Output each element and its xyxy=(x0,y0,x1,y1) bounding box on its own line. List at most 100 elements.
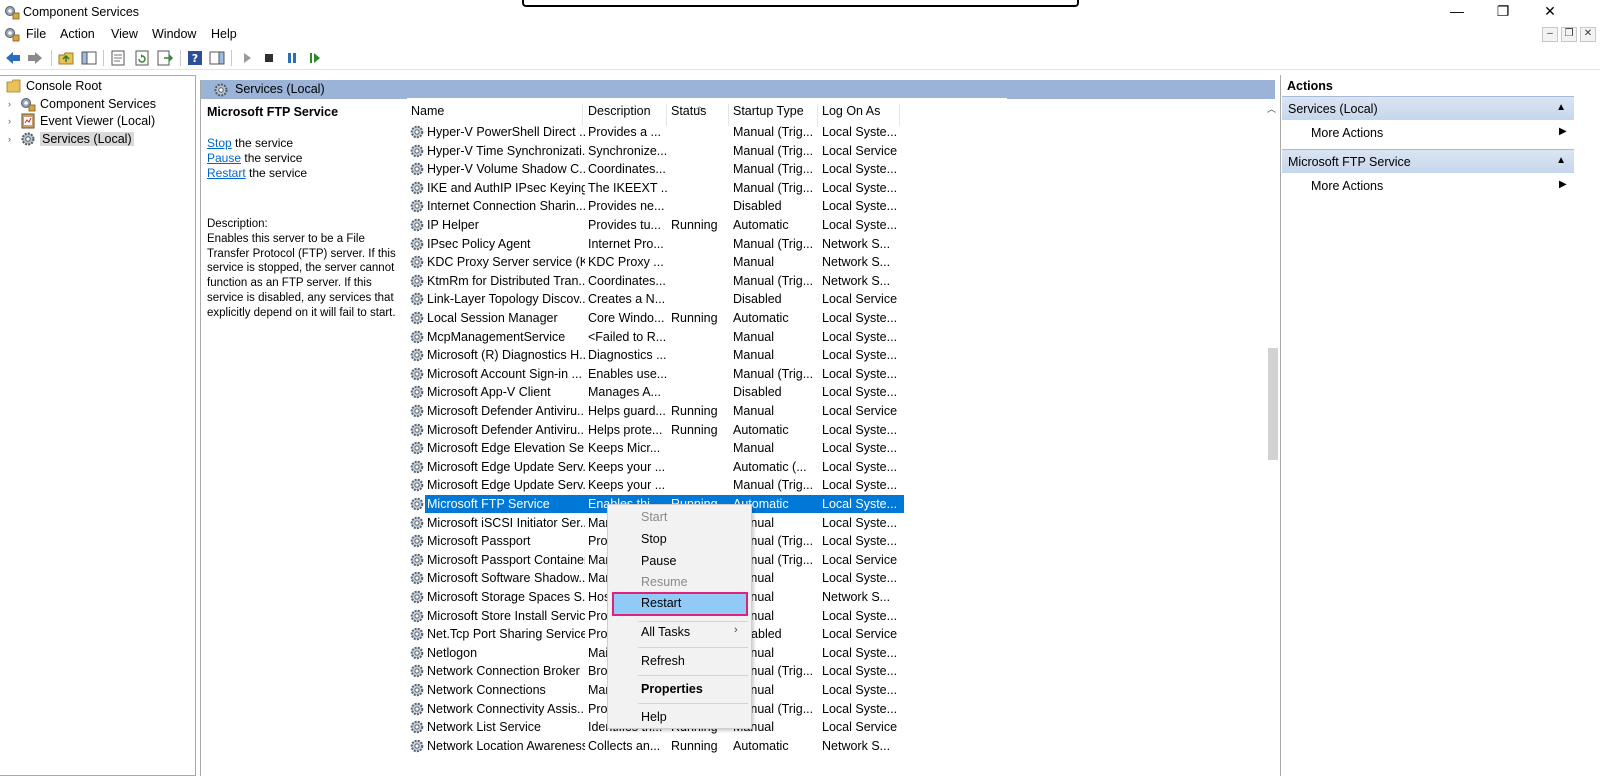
pause-link[interactable]: Pause xyxy=(207,151,241,165)
menu-view[interactable]: View xyxy=(111,27,138,41)
table-row[interactable]: KtmRm for Distributed Tran... Coordinates… xyxy=(407,272,1007,291)
service-gear-icon xyxy=(410,330,424,343)
more-actions-microsoft-ftp[interactable]: More Actions ▶ xyxy=(1311,179,1567,193)
service-name: Netlogon xyxy=(427,645,478,660)
table-row[interactable]: Local Session Manager Core Windo... Runnin… xyxy=(407,309,1007,328)
table-row[interactable]: Microsoft Defender Antiviru... Helps prot… xyxy=(407,421,1007,440)
export-list-icon[interactable] xyxy=(156,49,174,67)
table-row[interactable]: Microsoft Account Sign-in ... Enables use… xyxy=(407,365,1007,384)
submenu-arrow-icon: ▶ xyxy=(1559,126,1567,137)
table-row[interactable]: Network Location Awareness Collects an...… xyxy=(407,737,1007,756)
toolbar: ? xyxy=(0,46,1600,70)
maximize-button[interactable]: ❐ xyxy=(1480,0,1526,22)
ctx-stop[interactable]: Stop xyxy=(608,529,751,549)
service-startup-type: Manual (Trig... xyxy=(733,143,814,158)
scrollbar-thumb[interactable] xyxy=(1268,348,1278,460)
tree-item-services-local[interactable]: › Services (Local) xyxy=(8,130,134,147)
table-row[interactable]: Hyper-V PowerShell Direct ... Provides a … xyxy=(407,123,1007,142)
table-row[interactable]: Microsoft Edge Update Serv... Keeps your … xyxy=(407,476,1007,495)
service-log-on-as: Local Syste... xyxy=(822,366,898,381)
help-icon[interactable]: ? xyxy=(186,49,204,67)
scroll-up-icon[interactable]: ︿ xyxy=(1267,102,1276,115)
ctx-properties[interactable]: Properties xyxy=(608,679,751,699)
tree-item-console-root[interactable]: Console Root xyxy=(6,77,102,94)
show-hide-tree-icon[interactable] xyxy=(80,49,98,67)
tree-item-event-viewer[interactable]: › Event Viewer (Local) xyxy=(8,112,155,129)
more-actions-services-local[interactable]: More Actions ▶ xyxy=(1311,126,1567,140)
child-close-button[interactable]: ✕ xyxy=(1580,27,1596,42)
service-name: Hyper-V Volume Shadow C... xyxy=(427,162,585,177)
back-arrow-icon[interactable] xyxy=(4,49,22,67)
table-row[interactable]: IKE and AuthIP IPsec Keying... The IKEEXT… xyxy=(407,179,1007,198)
component-services-icon[interactable] xyxy=(4,26,20,42)
service-description-cell: Keeps your ... xyxy=(588,459,666,474)
actions-section-services-local[interactable]: Services (Local) ▲ xyxy=(1282,96,1574,120)
service-name: Network Connectivity Assis... xyxy=(427,701,585,716)
ctx-start: Start xyxy=(641,510,668,524)
start-service-icon[interactable] xyxy=(238,49,256,67)
ctx-refresh[interactable]: Refresh xyxy=(608,651,751,671)
table-row[interactable]: Microsoft Edge Update Serv... Keeps your … xyxy=(407,458,1007,477)
table-row[interactable]: Microsoft (R) Diagnostics H... Diagnostic… xyxy=(407,346,1007,365)
services-vertical-scrollbar[interactable]: ︿ xyxy=(1266,100,1278,776)
service-description-cell: Enables use... xyxy=(588,366,668,381)
table-row[interactable]: Microsoft Defender Antiviru... Helps guar… xyxy=(407,402,1007,421)
context-menu: Start Stop Pause Resume Restart All Task… xyxy=(607,504,752,729)
title-drag-bar[interactable] xyxy=(522,0,1079,7)
chevron-right-icon[interactable]: › xyxy=(8,116,20,126)
restart-link[interactable]: Restart xyxy=(207,166,246,180)
stop-link[interactable]: Stop xyxy=(207,136,232,150)
service-gear-icon xyxy=(410,386,424,399)
pause-service-icon[interactable] xyxy=(283,49,301,67)
collapse-up-icon[interactable]: ▲ xyxy=(1556,102,1566,113)
ctx-all-tasks[interactable]: All Tasks › xyxy=(608,622,751,642)
service-name: Microsoft Passport Container xyxy=(427,552,585,567)
service-gear-icon xyxy=(410,311,424,325)
child-restore-button[interactable]: ❐ xyxy=(1561,27,1577,42)
stop-service-icon[interactable] xyxy=(260,49,278,67)
ctx-restart[interactable]: Restart xyxy=(612,592,748,616)
service-gear-icon xyxy=(410,720,424,734)
up-folder-icon[interactable] xyxy=(57,49,75,67)
collapse-up-icon[interactable]: ▲ xyxy=(1556,155,1566,166)
table-row[interactable]: Internet Connection Sharin... Provides ne… xyxy=(407,197,1007,216)
actions-pane: Actions Services (Local) ▲ More Actions … xyxy=(1280,75,1600,776)
service-name: Hyper-V Time Synchronizati... xyxy=(427,143,585,158)
service-status: Running xyxy=(671,422,718,437)
service-name: Microsoft Edge Elevation Se... xyxy=(427,441,585,456)
chevron-right-icon[interactable]: › xyxy=(8,134,20,144)
properties-sheet-icon[interactable] xyxy=(109,49,127,67)
minimize-button[interactable]: — xyxy=(1434,0,1480,22)
table-row[interactable]: IP Helper Provides tu... Running Automatic L… xyxy=(407,216,1007,235)
table-row[interactable]: Hyper-V Volume Shadow C... Coordinates...… xyxy=(407,160,1007,179)
refresh-icon[interactable] xyxy=(133,49,151,67)
table-row[interactable]: McpManagementService <Failed to R... Manua… xyxy=(407,328,1007,347)
restart-service-icon[interactable] xyxy=(306,49,324,67)
menu-window[interactable]: Window xyxy=(152,27,196,41)
service-gear-icon xyxy=(410,218,424,232)
close-button[interactable]: ✕ xyxy=(1527,0,1573,22)
service-log-on-as: Local Syste... xyxy=(822,180,898,195)
ctx-help[interactable]: Help xyxy=(608,707,751,727)
ctx-pause[interactable]: Pause xyxy=(608,551,751,571)
forward-arrow-icon[interactable] xyxy=(26,49,44,67)
show-action-pane-icon[interactable] xyxy=(208,49,226,67)
service-name: Microsoft iSCSI Initiator Ser... xyxy=(427,515,585,530)
child-minimize-button[interactable]: – xyxy=(1542,27,1558,42)
table-row[interactable]: IPsec Policy Agent Internet Pro... Manual … xyxy=(407,235,1007,254)
table-row[interactable]: Microsoft Edge Elevation Se... Keeps Micr… xyxy=(407,439,1007,458)
menu-help[interactable]: Help xyxy=(211,27,237,41)
service-name: Hyper-V PowerShell Direct ... xyxy=(427,125,585,139)
chevron-right-icon[interactable]: › xyxy=(8,99,20,109)
tree-item-component-services[interactable]: › Component Services xyxy=(8,95,156,112)
table-row[interactable]: Link-Layer Topology Discov... Creates a N… xyxy=(407,290,1007,309)
menu-file[interactable]: File xyxy=(26,27,46,41)
actions-section-microsoft-ftp[interactable]: Microsoft FTP Service ▲ xyxy=(1282,149,1574,173)
table-row[interactable]: Microsoft App-V Client Manages A... Disabl… xyxy=(407,383,1007,402)
service-gear-icon xyxy=(410,274,424,288)
services-gear-icon xyxy=(21,132,35,145)
service-log-on-as: Local Syste... xyxy=(822,125,898,139)
table-row[interactable]: Hyper-V Time Synchronizati... Synchronize… xyxy=(407,142,1007,161)
menu-action[interactable]: Action xyxy=(60,27,95,41)
table-row[interactable]: KDC Proxy Server service (K... KDC Proxy … xyxy=(407,253,1007,272)
